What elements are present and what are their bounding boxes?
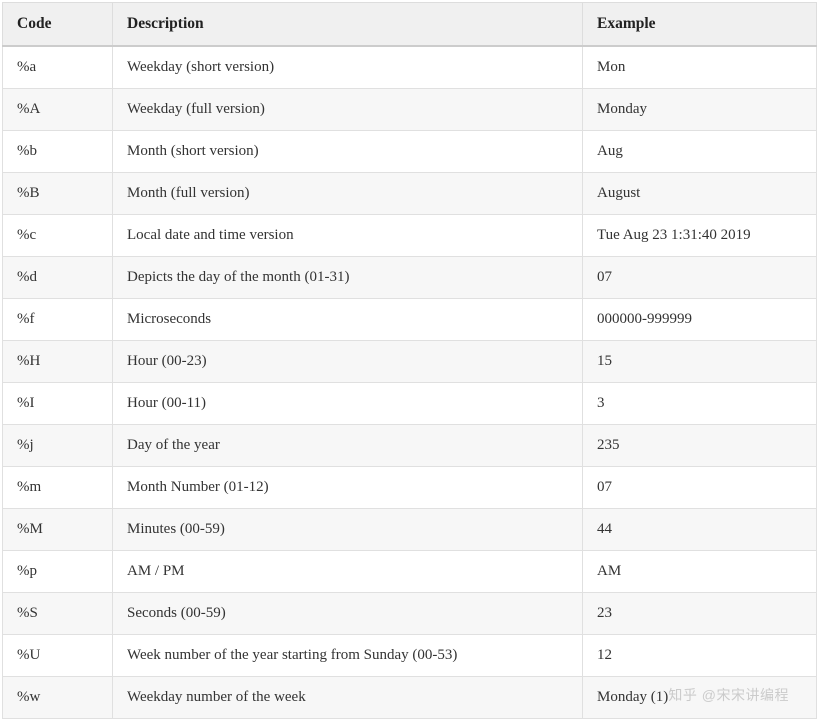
cell-code: %B xyxy=(3,173,113,215)
cell-description: Day of the year xyxy=(113,425,583,467)
cell-description: Month (short version) xyxy=(113,131,583,173)
cell-description: Local date and time version xyxy=(113,215,583,257)
cell-description: Week number of the year starting from Su… xyxy=(113,635,583,677)
cell-example: 235 xyxy=(583,425,817,467)
cell-example: Tue Aug 23 1:31:40 2019 xyxy=(583,215,817,257)
cell-code: %a xyxy=(3,46,113,89)
cell-description: Hour (00-23) xyxy=(113,341,583,383)
cell-example: Mon xyxy=(583,46,817,89)
cell-code: %m xyxy=(3,467,113,509)
table-row: %wWeekday number of the weekMonday (1) xyxy=(3,677,817,719)
cell-code: %H xyxy=(3,341,113,383)
cell-example: 12 xyxy=(583,635,817,677)
table-row: %BMonth (full version)August xyxy=(3,173,817,215)
cell-code: %A xyxy=(3,89,113,131)
cell-description: Minutes (00-59) xyxy=(113,509,583,551)
table-row: %cLocal date and time versionTue Aug 23 … xyxy=(3,215,817,257)
cell-description: Seconds (00-59) xyxy=(113,593,583,635)
table-row: %jDay of the year235 xyxy=(3,425,817,467)
col-header-description: Description xyxy=(113,3,583,47)
cell-code: %w xyxy=(3,677,113,719)
table-row: %mMonth Number (01-12)07 xyxy=(3,467,817,509)
cell-description: Weekday number of the week xyxy=(113,677,583,719)
cell-example: Monday (1) xyxy=(583,677,817,719)
table-row: %aWeekday (short version)Mon xyxy=(3,46,817,89)
cell-description: Depicts the day of the month (01-31) xyxy=(113,257,583,299)
table-body: %aWeekday (short version)Mon %AWeekday (… xyxy=(3,46,817,719)
cell-description: Weekday (full version) xyxy=(113,89,583,131)
cell-description: Month Number (01-12) xyxy=(113,467,583,509)
table-row: %bMonth (short version)Aug xyxy=(3,131,817,173)
col-header-example: Example xyxy=(583,3,817,47)
table-row: %MMinutes (00-59)44 xyxy=(3,509,817,551)
cell-example: 3 xyxy=(583,383,817,425)
cell-code: %M xyxy=(3,509,113,551)
cell-code: %I xyxy=(3,383,113,425)
cell-code: %d xyxy=(3,257,113,299)
cell-code: %b xyxy=(3,131,113,173)
cell-example: 44 xyxy=(583,509,817,551)
cell-example: August xyxy=(583,173,817,215)
cell-description: Month (full version) xyxy=(113,173,583,215)
table-row: %fMicroseconds000000-999999 xyxy=(3,299,817,341)
table-row: %IHour (00-11)3 xyxy=(3,383,817,425)
cell-example: Aug xyxy=(583,131,817,173)
cell-example: 07 xyxy=(583,467,817,509)
cell-code: %S xyxy=(3,593,113,635)
table-row: %pAM / PMAM xyxy=(3,551,817,593)
table-row: %HHour (00-23)15 xyxy=(3,341,817,383)
cell-example: 07 xyxy=(583,257,817,299)
col-header-code: Code xyxy=(3,3,113,47)
table-row: %AWeekday (full version)Monday xyxy=(3,89,817,131)
table-row: %dDepicts the day of the month (01-31)07 xyxy=(3,257,817,299)
table-row: %UWeek number of the year starting from … xyxy=(3,635,817,677)
table-row: %SSeconds (00-59)23 xyxy=(3,593,817,635)
cell-code: %p xyxy=(3,551,113,593)
cell-example: 000000-999999 xyxy=(583,299,817,341)
cell-description: Hour (00-11) xyxy=(113,383,583,425)
cell-example: AM xyxy=(583,551,817,593)
cell-example: Monday xyxy=(583,89,817,131)
table-head-row: Code Description Example xyxy=(3,3,817,47)
cell-example: 15 xyxy=(583,341,817,383)
cell-code: %j xyxy=(3,425,113,467)
cell-code: %U xyxy=(3,635,113,677)
cell-description: AM / PM xyxy=(113,551,583,593)
cell-description: Weekday (short version) xyxy=(113,46,583,89)
format-codes-table: Code Description Example %aWeekday (shor… xyxy=(2,2,817,719)
cell-code: %c xyxy=(3,215,113,257)
cell-code: %f xyxy=(3,299,113,341)
cell-example: 23 xyxy=(583,593,817,635)
cell-description: Microseconds xyxy=(113,299,583,341)
